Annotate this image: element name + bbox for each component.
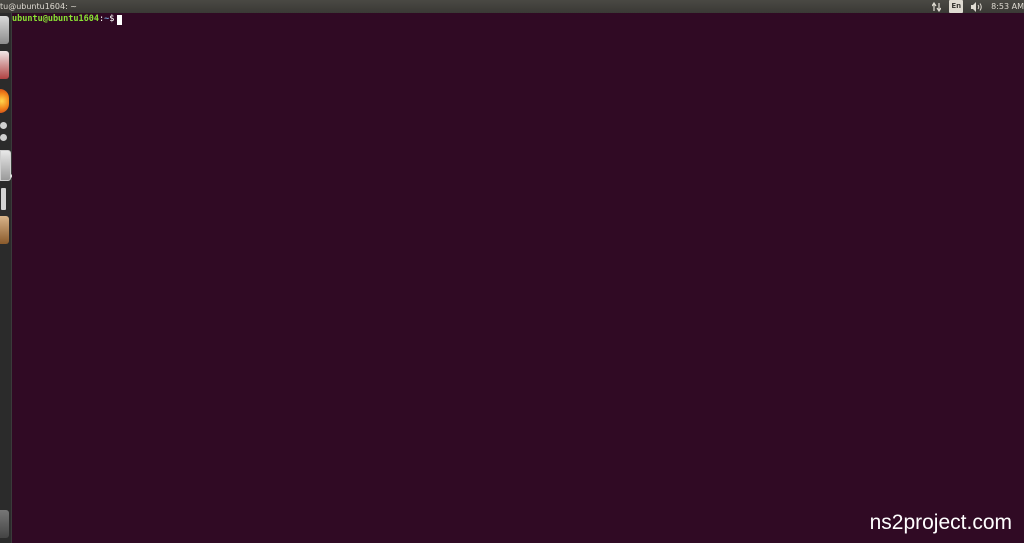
firefox-icon[interactable] xyxy=(0,89,9,113)
text-cursor xyxy=(117,14,123,25)
launcher xyxy=(0,13,13,543)
keyboard-layout-indicator[interactable]: En xyxy=(949,0,964,13)
volume-icon[interactable] xyxy=(971,0,983,13)
window-title: tu@ubuntu1604: ~ xyxy=(0,2,78,11)
clock[interactable]: 8:53 AM xyxy=(991,0,1024,13)
trash-icon[interactable] xyxy=(0,510,9,538)
prompt-line: ubuntu@ubuntu1604: ~ $ xyxy=(12,14,123,25)
network-icon[interactable] xyxy=(932,0,942,13)
indicator-area: En 8:53 AM xyxy=(932,0,1024,13)
top-panel: tu@ubuntu1604: ~ En 8:53 AM xyxy=(0,0,1024,13)
terminal-window[interactable]: ubuntu@ubuntu1604: ~ $ xyxy=(12,13,1024,543)
package-icon[interactable] xyxy=(0,216,9,244)
files-icon[interactable] xyxy=(0,16,9,44)
prompt-user-host: ubuntu@ubuntu1604 xyxy=(12,14,99,24)
libreoffice-icon[interactable] xyxy=(0,51,9,79)
watermark: ns2project.com xyxy=(869,511,1012,534)
tools-icon[interactable] xyxy=(0,185,9,213)
settings-icon[interactable] xyxy=(0,118,9,146)
prompt-symbol: $ xyxy=(109,14,115,24)
